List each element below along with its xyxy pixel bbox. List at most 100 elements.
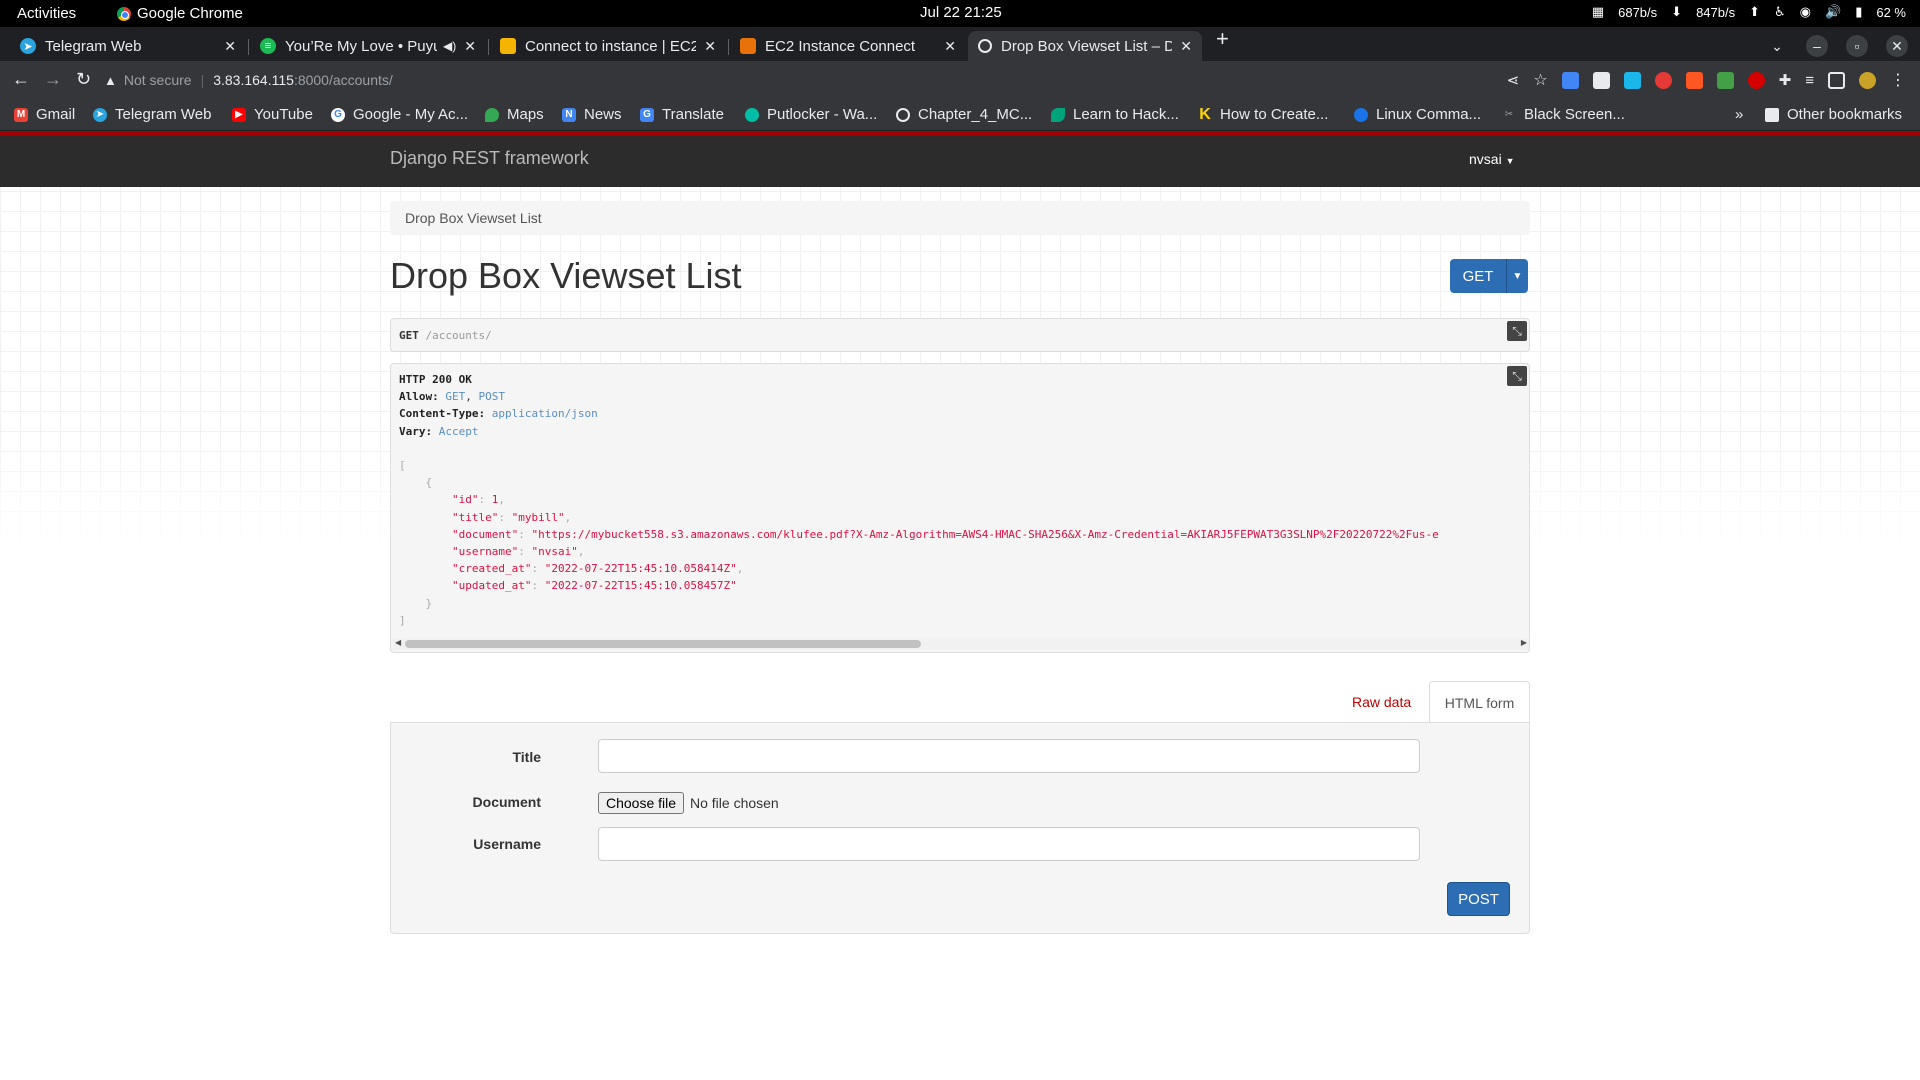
forward-icon[interactable]: → bbox=[44, 69, 62, 90]
net-down-speed: 687b/s bbox=[1618, 4, 1658, 20]
bookmark-black-screen[interactable]: ✂ Black Screen... bbox=[1502, 106, 1625, 123]
ext-icon-6[interactable] bbox=[1685, 71, 1703, 89]
post-button[interactable]: POST bbox=[1447, 882, 1510, 916]
telegram-icon: ➤ bbox=[93, 107, 107, 122]
reading-list-icon[interactable]: ≡ bbox=[1805, 72, 1814, 89]
user-menu[interactable]: nvsai ▼ bbox=[1469, 151, 1515, 167]
tab-ec2-connect[interactable]: EC2 Instance Connect ✕ bbox=[730, 31, 966, 61]
side-panel-icon[interactable] bbox=[1828, 71, 1845, 89]
bookmark-learn-hack[interactable]: Learn to Hack... bbox=[1051, 106, 1179, 123]
ext-icon-7[interactable] bbox=[1716, 71, 1734, 89]
minimize-icon[interactable]: – bbox=[1806, 35, 1828, 57]
other-bookmarks[interactable]: Other bookmarks bbox=[1765, 106, 1902, 123]
close-icon[interactable]: ✕ bbox=[1180, 38, 1192, 55]
warning-icon[interactable]: ▲ bbox=[104, 73, 117, 88]
window-close-icon[interactable]: ✕ bbox=[1886, 35, 1908, 57]
bookmarks-overflow-icon[interactable]: » bbox=[1735, 106, 1743, 123]
caret-down-icon: ▼ bbox=[1505, 156, 1515, 166]
tab-connect-instance[interactable]: Connect to instance | EC2 ✕ bbox=[490, 31, 726, 61]
horizontal-scrollbar[interactable]: ◀ ▶ bbox=[393, 638, 1529, 650]
youtube-icon: ▶ bbox=[232, 107, 246, 122]
choose-file-button[interactable]: Choose file bbox=[598, 792, 685, 814]
tab-strip: ➤ Telegram Web ✕ ≡ You’Re My Love • Puyu… bbox=[0, 26, 1920, 61]
close-icon[interactable]: ✕ bbox=[704, 38, 716, 55]
prettyprint-toggle-icon[interactable]: ⤡ bbox=[1507, 321, 1527, 341]
share-icon[interactable]: ⋖ bbox=[1507, 71, 1520, 89]
bookmark-youtube[interactable]: ▶ YouTube bbox=[232, 106, 313, 123]
battery-percent: 62 % bbox=[1876, 4, 1906, 20]
tab-search-icon[interactable]: ⌄ bbox=[1766, 35, 1788, 57]
system-tray[interactable]: ▦ 687b/s ⬇ 847b/s ⬆ ♿ ◉ 🔊 ▮ 62 % bbox=[1592, 4, 1906, 20]
drf-brand[interactable]: Django REST framework bbox=[390, 148, 589, 169]
bookmark-translate[interactable]: G Translate bbox=[640, 106, 724, 123]
profile-avatar[interactable] bbox=[1859, 71, 1876, 89]
bookmark-star-icon[interactable]: ☆ bbox=[1533, 70, 1547, 90]
bookmark-how-to-create[interactable]: K How to Create... bbox=[1198, 106, 1328, 124]
accessibility-icon[interactable]: ♿ bbox=[1774, 4, 1786, 20]
title-input[interactable] bbox=[598, 739, 1420, 773]
activities-button[interactable]: Activities bbox=[17, 5, 76, 22]
bookmark-putlocker[interactable]: Putlocker - Wa... bbox=[745, 106, 877, 123]
bookmark-telegram[interactable]: ➤ Telegram Web bbox=[93, 106, 211, 123]
screenshot-ext-icon[interactable] bbox=[1592, 71, 1610, 89]
google-translate-ext-icon[interactable] bbox=[1561, 71, 1579, 89]
bookmark-chapter4[interactable]: Chapter_4_MC... bbox=[896, 106, 1032, 123]
bookmark-linux-commands[interactable]: Linux Comma... bbox=[1354, 106, 1481, 123]
scroll-left-icon[interactable]: ◀ bbox=[395, 638, 401, 647]
close-icon[interactable]: ✕ bbox=[944, 38, 956, 55]
bookmark-gmail[interactable]: M Gmail bbox=[14, 106, 75, 123]
address-bar[interactable]: ▲ Not secure | 3.83.164.115 :8000/accoun… bbox=[104, 65, 1504, 95]
security-label[interactable]: Not secure bbox=[124, 72, 192, 88]
app-menu[interactable]: Google Chrome bbox=[117, 5, 243, 22]
tab-drop-box-viewset[interactable]: Drop Box Viewset List – D ✕ bbox=[968, 31, 1202, 61]
new-tab-button[interactable]: + bbox=[1216, 26, 1229, 52]
aws-cube-icon bbox=[740, 38, 756, 54]
bookmark-news[interactable]: N News bbox=[562, 106, 622, 123]
url-path: :8000/accounts/ bbox=[293, 72, 393, 88]
scroll-right-icon[interactable]: ▶ bbox=[1521, 638, 1527, 647]
extensions-puzzle-icon[interactable]: ✚ bbox=[1779, 71, 1792, 89]
tab-spotify[interactable]: ≡ You’Re My Love • Puyu ◀) ✕ bbox=[250, 31, 486, 61]
page-title: Drop Box Viewset List bbox=[390, 255, 742, 296]
prettyprint-toggle-icon[interactable]: ⤡ bbox=[1507, 366, 1527, 386]
tab-telegram[interactable]: ➤ Telegram Web ✕ bbox=[10, 31, 246, 61]
menu-kebab-icon[interactable]: ⋮ bbox=[1890, 70, 1906, 90]
maps-icon bbox=[485, 107, 499, 122]
back-icon[interactable]: ← bbox=[12, 69, 30, 90]
bookmarks-bar: M Gmail ➤ Telegram Web ▶ YouTube G Google - … bbox=[0, 99, 1920, 131]
response-info: ⤡ HTTP 200 OK Allow: GET, POST Content-T… bbox=[390, 363, 1530, 653]
linux-icon bbox=[1354, 107, 1368, 122]
username-input[interactable] bbox=[598, 827, 1420, 861]
tab-raw-data[interactable]: Raw data bbox=[1352, 694, 1411, 710]
close-icon[interactable]: ✕ bbox=[224, 38, 236, 55]
speaker-icon[interactable]: ◀) bbox=[443, 39, 456, 53]
workspace-icon: ▦ bbox=[1591, 4, 1605, 19]
reload-icon[interactable]: ↻ bbox=[76, 69, 91, 90]
blackscreen-icon: ✂ bbox=[1504, 109, 1514, 120]
close-icon[interactable]: ✕ bbox=[464, 38, 476, 55]
restore-icon[interactable]: ▫ bbox=[1846, 35, 1868, 57]
tab-html-form[interactable]: HTML form bbox=[1429, 681, 1530, 723]
battery-icon: ▮ bbox=[1855, 4, 1863, 19]
username-label: Username bbox=[473, 836, 541, 852]
get-button[interactable]: GET bbox=[1450, 259, 1506, 293]
vimeo-ext-icon[interactable] bbox=[1623, 71, 1641, 89]
net-up-speed: 847b/s bbox=[1696, 4, 1736, 20]
globe-icon bbox=[978, 39, 992, 53]
news-icon: N bbox=[562, 107, 576, 122]
bookmark-maps[interactable]: Maps bbox=[485, 106, 544, 123]
scrollbar-thumb[interactable] bbox=[405, 640, 921, 648]
translate-icon: G bbox=[640, 107, 654, 122]
document-label: Document bbox=[472, 794, 541, 810]
system-top-bar: Activities Google Chrome Jul 22 21:25 ▦ … bbox=[0, 0, 1920, 27]
clock[interactable]: Jul 22 21:25 bbox=[920, 4, 1002, 21]
chrome-icon bbox=[117, 6, 131, 21]
get-format-dropdown[interactable]: ▼ bbox=[1506, 259, 1528, 293]
breadcrumb-item: Drop Box Viewset List bbox=[405, 210, 542, 226]
get-button-group: GET ▼ bbox=[1450, 259, 1528, 293]
bookmark-google-account[interactable]: G Google - My Ac... bbox=[331, 106, 468, 123]
spotify-icon: ≡ bbox=[260, 38, 276, 54]
record-ext-icon[interactable] bbox=[1747, 71, 1765, 89]
adblock-ext-icon[interactable] bbox=[1654, 71, 1672, 89]
aws-box-icon bbox=[500, 38, 516, 54]
